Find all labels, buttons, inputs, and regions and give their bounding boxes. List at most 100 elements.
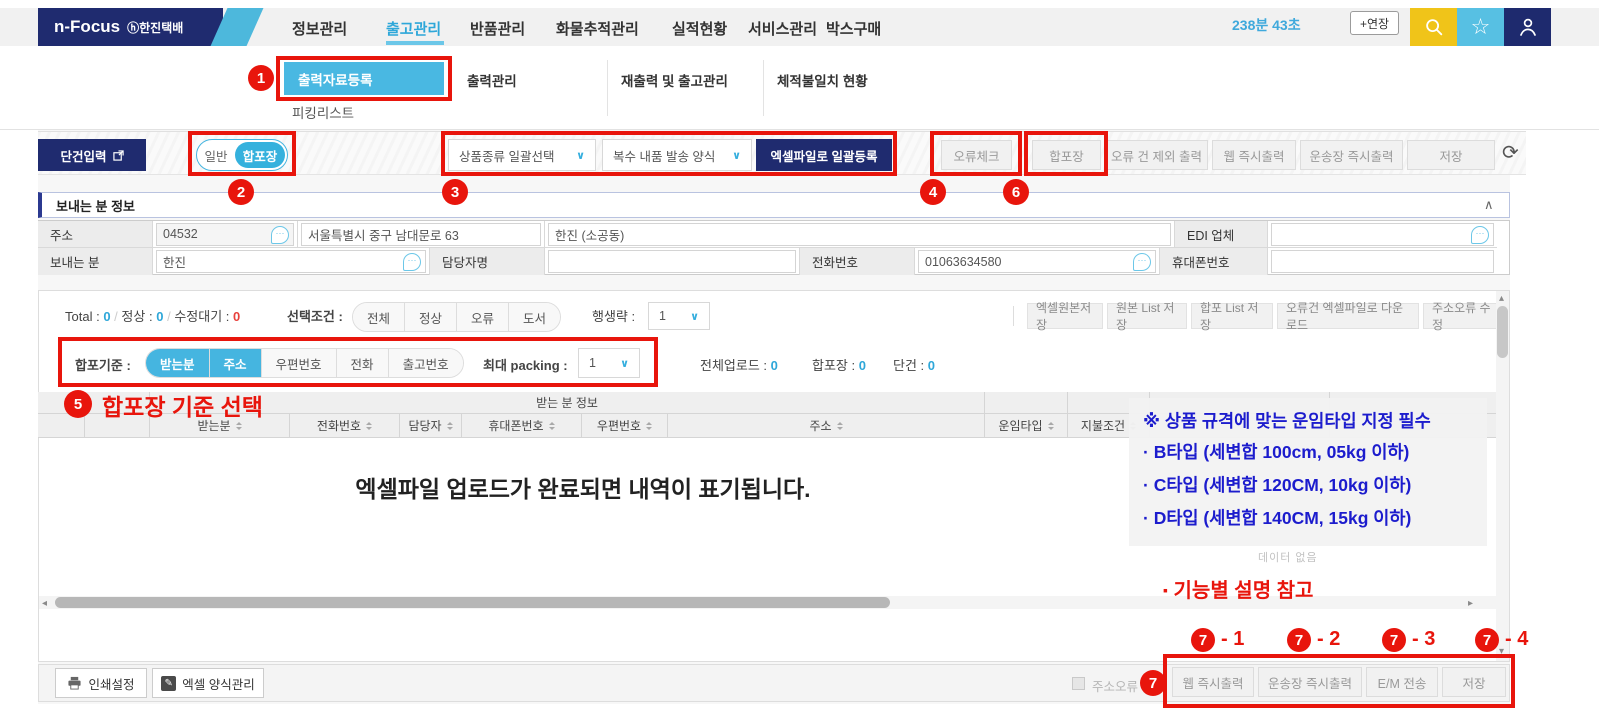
single-entry-label: 단건입력 bbox=[60, 149, 107, 164]
annotation-badge-7-1: 7 bbox=[1191, 628, 1215, 652]
feature-reference-note: ▪ 기능별 설명 참고 bbox=[1163, 574, 1313, 603]
horizontal-scrollbar-thumb[interactable] bbox=[55, 597, 890, 608]
original-list-save-button[interactable]: 원본 List 저장 bbox=[1107, 301, 1187, 332]
error-excel-download-button[interactable]: 오류건 엑셀파일로 다운로드 bbox=[1277, 301, 1419, 332]
nav-outbound-mgmt[interactable]: 출고관리 bbox=[386, 18, 441, 39]
sender-input[interactable] bbox=[156, 250, 426, 273]
save-button[interactable]: 저장 bbox=[1407, 140, 1495, 170]
scroll-up-icon[interactable]: ▴ bbox=[1499, 293, 1504, 304]
submenu-item-picking-list[interactable]: 피킹리스트 bbox=[292, 102, 354, 122]
print-settings-button[interactable]: 인쇄설정 bbox=[55, 668, 147, 698]
nav-service-mgmt[interactable]: 서비스관리 bbox=[748, 18, 817, 39]
bottom-save-button[interactable]: 저장 bbox=[1442, 667, 1506, 697]
chevron-down-icon: ∨ bbox=[732, 149, 741, 162]
waybill-instant-print-button[interactable]: 운송장 즉시출력 bbox=[1300, 140, 1403, 170]
submenu-item-print-data-register[interactable]: 출력자료등록 bbox=[284, 62, 444, 95]
single-entry-button[interactable]: 단건입력 bbox=[38, 139, 146, 171]
filter-island[interactable]: 도서 bbox=[509, 303, 561, 331]
filter-error[interactable]: 오류 bbox=[457, 303, 510, 331]
address-error-checkbox[interactable] bbox=[1072, 677, 1085, 690]
sort-icon[interactable] bbox=[548, 421, 555, 430]
row-skip-select[interactable]: 1 ∨ bbox=[648, 302, 710, 330]
edi-search-icon[interactable]: ··· bbox=[1471, 226, 1489, 244]
product-type-select[interactable]: 상품종류 일괄선택 ∨ bbox=[448, 139, 596, 171]
address-error-fix-button[interactable]: 주소오류 수정 bbox=[1423, 301, 1505, 332]
combined-count-label: 합포장 : bbox=[812, 358, 856, 373]
em-transfer-label: E/M 전송 bbox=[1377, 676, 1427, 691]
sort-icon[interactable] bbox=[446, 421, 453, 430]
mobile-input[interactable] bbox=[1271, 250, 1494, 273]
max-packing-value: 1 bbox=[589, 356, 596, 370]
sort-icon[interactable] bbox=[836, 421, 843, 430]
sort-icon[interactable] bbox=[366, 421, 373, 430]
scroll-left-icon[interactable]: ◂ bbox=[42, 598, 47, 609]
edi-cell: ··· bbox=[1268, 221, 1497, 248]
extend-session-button[interactable]: +연장 bbox=[1350, 11, 1400, 35]
submenu-item-print-mgmt[interactable]: 출력관리 bbox=[467, 70, 517, 90]
bottom-web-instant-print-button[interactable]: 웹 즉시출력 bbox=[1172, 667, 1254, 697]
annotation-suffix-7-1: - 1 bbox=[1221, 628, 1245, 650]
multi-item-format-select[interactable]: 복수 내품 발송 양식 ∨ bbox=[602, 139, 752, 171]
bottom-waybill-instant-print-label: 운송장 즉시출력 bbox=[1268, 676, 1352, 691]
search-button[interactable] bbox=[1410, 8, 1457, 46]
nav-performance[interactable]: 실적현황 bbox=[672, 18, 727, 39]
filter-all[interactable]: 전체 bbox=[353, 303, 406, 331]
favorites-button[interactable]: ☆ bbox=[1457, 8, 1504, 46]
col-manager[interactable]: 담당자 bbox=[400, 414, 462, 438]
toggle-general-option[interactable]: 일반 bbox=[197, 146, 235, 165]
manager-input[interactable] bbox=[548, 250, 796, 273]
pack-by-zip[interactable]: 우편번호 bbox=[261, 349, 337, 377]
excel-original-save-button[interactable]: 엑셀원본저장 bbox=[1027, 301, 1103, 332]
addr1-input[interactable] bbox=[301, 222, 541, 246]
nav-returns-mgmt[interactable]: 반품관리 bbox=[470, 18, 525, 39]
excel-bulk-register-button[interactable]: 엑셀파일로 일괄등록 bbox=[756, 139, 892, 171]
nav-info-mgmt[interactable]: 정보관리 bbox=[292, 18, 347, 39]
refresh-icon[interactable]: ⟳ bbox=[1502, 140, 1519, 165]
edi-input[interactable] bbox=[1271, 222, 1494, 246]
error-check-button[interactable]: 오류체크 bbox=[941, 140, 1012, 170]
excel-form-mgmt-button[interactable]: ✎ 엑셀 양식관리 bbox=[152, 668, 264, 698]
col-manager-label: 담당자 bbox=[408, 419, 442, 433]
sort-icon[interactable] bbox=[1047, 421, 1054, 430]
vertical-scrollbar-thumb[interactable] bbox=[1497, 306, 1508, 358]
col-fare-type[interactable]: 운임타입 bbox=[985, 414, 1068, 438]
scroll-down-icon[interactable]: ▾ bbox=[1499, 646, 1504, 657]
web-instant-print-button[interactable]: 웹 즉시출력 bbox=[1212, 140, 1296, 170]
col-address[interactable]: 주소 bbox=[668, 414, 985, 438]
max-packing-select[interactable]: 1 ∨ bbox=[578, 348, 640, 378]
combined-list-save-button[interactable]: 합포 List 저장 bbox=[1191, 301, 1273, 332]
toggle-combined-option[interactable]: 합포장 bbox=[235, 142, 285, 168]
col-mobile[interactable]: 휴대폰번호 bbox=[462, 414, 582, 438]
packing-mode-toggle[interactable]: 일반 합포장 bbox=[196, 139, 288, 171]
col-zip[interactable]: 우편번호 bbox=[582, 414, 668, 438]
col-phone[interactable]: 전화번호 bbox=[290, 414, 400, 438]
filter-normal[interactable]: 정상 bbox=[405, 303, 458, 331]
account-button[interactable] bbox=[1504, 8, 1551, 46]
excel-form-mgmt-label: 엑셀 양식관리 bbox=[182, 677, 255, 692]
scroll-right-icon[interactable]: ▸ bbox=[1468, 598, 1473, 609]
bottom-waybill-instant-print-button[interactable]: 운송장 즉시출력 bbox=[1258, 667, 1362, 697]
pack-by-order-no[interactable]: 출고번호 bbox=[388, 349, 463, 377]
zip-search-icon[interactable]: ··· bbox=[271, 226, 289, 244]
grid-stats: Total : 0 / 정상 : 0 / 수정대기 : 0 bbox=[65, 306, 240, 325]
nav-tracking[interactable]: 화물추적관리 bbox=[556, 18, 639, 39]
sort-icon[interactable] bbox=[646, 421, 653, 430]
pack-by-receiver[interactable]: 받는분 bbox=[146, 349, 210, 377]
sender-search-icon[interactable]: ··· bbox=[403, 253, 421, 271]
sort-icon[interactable] bbox=[235, 421, 242, 430]
nav-box-purchase[interactable]: 박스구매 bbox=[826, 18, 881, 39]
submenu-item-reprint[interactable]: 재출력 및 출고관리 bbox=[621, 70, 728, 90]
addr2-input[interactable] bbox=[548, 222, 1171, 246]
combined-count: 합포장 : 0 bbox=[812, 355, 866, 374]
em-transfer-button[interactable]: E/M 전송 bbox=[1366, 667, 1438, 697]
phone-label: 전화번호 bbox=[800, 248, 915, 275]
sender-section-header[interactable]: 보내는 분 정보 bbox=[38, 192, 1510, 218]
submenu-item-volume-mismatch[interactable]: 체적불일치 현황 bbox=[777, 70, 868, 90]
pack-by-address[interactable]: 주소 bbox=[209, 349, 262, 377]
pack-by-phone[interactable]: 전화 bbox=[336, 349, 389, 377]
collapse-chevron-icon[interactable]: ∧ bbox=[1484, 197, 1494, 213]
phone-input[interactable] bbox=[918, 250, 1156, 273]
print-excluding-errors-button[interactable]: 오류 건 제외 출력 bbox=[1105, 140, 1208, 170]
combine-packing-button[interactable]: 합포장 bbox=[1032, 140, 1101, 170]
phone-search-icon[interactable]: ··· bbox=[1133, 253, 1151, 271]
